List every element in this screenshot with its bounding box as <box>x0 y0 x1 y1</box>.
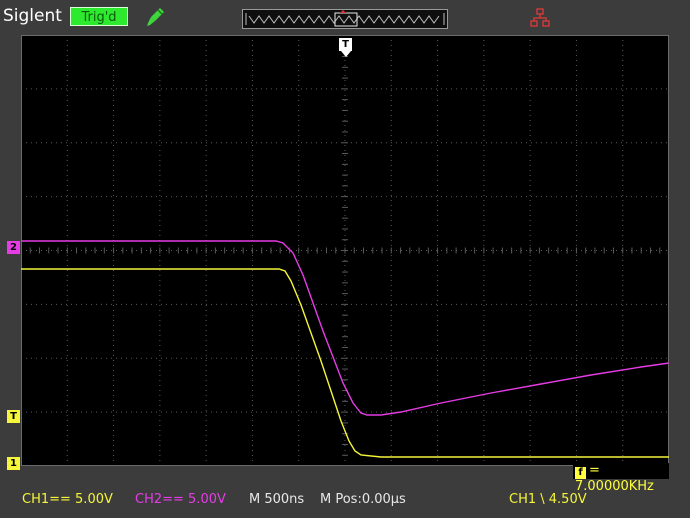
ch1-ground-marker[interactable]: 1 <box>7 457 20 470</box>
ch1-waveform <box>21 268 669 458</box>
bottom-status-bar: CH1== 5.00V CH2== 5.00V M 500ns M Pos:0.… <box>0 486 690 514</box>
probe-icon <box>147 8 164 26</box>
trigger-position-marker[interactable]: T <box>339 38 352 51</box>
trigger-level-marker[interactable]: T <box>7 410 20 423</box>
trigger-position-arrow-icon <box>341 51 351 57</box>
waveform-display[interactable]: f = 7.00000KHz <box>21 35 669 494</box>
ch1-scale[interactable]: CH1== 5.00V <box>22 492 113 507</box>
ch2-ground-marker[interactable]: 2 <box>7 241 20 254</box>
frequency-readout: f = 7.00000KHz <box>573 463 669 494</box>
top-status-bar: Siglent Trig'd <box>0 0 690 33</box>
ch2-scale[interactable]: CH2== 5.00V <box>135 492 226 507</box>
network-icon <box>530 8 550 27</box>
trigger-setting[interactable]: CH1 \ 4.50V <box>509 492 587 507</box>
trigger-status-badge: Trig'd <box>70 7 128 26</box>
frequency-icon: f <box>575 467 586 479</box>
waveform-traces <box>21 240 669 458</box>
memory-waveform-icon <box>245 10 445 27</box>
ch2-waveform <box>21 240 669 416</box>
horizontal-position[interactable]: M Pos:0.00µs <box>320 492 406 507</box>
brand-logo: Siglent <box>3 6 62 26</box>
memory-depth-bar[interactable] <box>242 9 448 29</box>
timebase-scale[interactable]: M 500ns <box>249 492 304 507</box>
